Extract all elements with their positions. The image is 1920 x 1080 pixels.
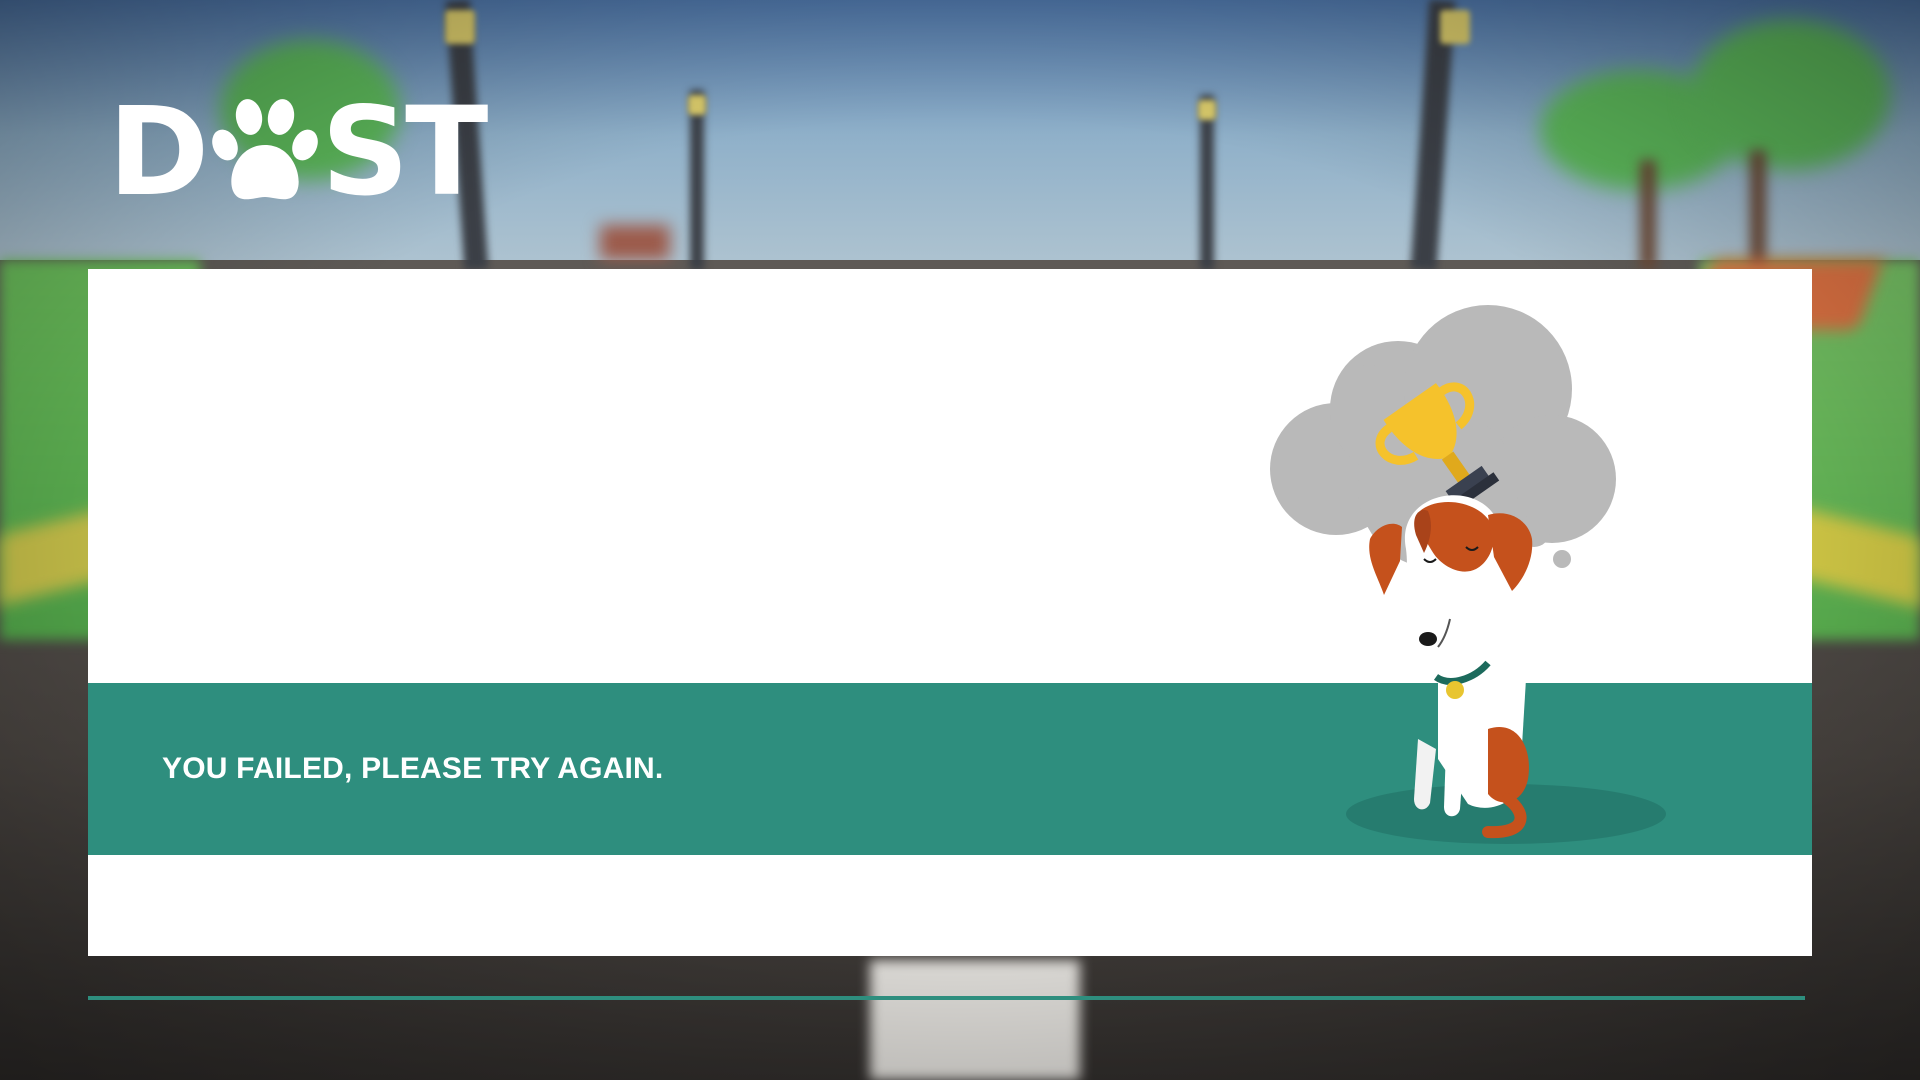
logo-text-right: ST	[321, 81, 488, 223]
game-logo: D ST	[108, 91, 488, 213]
result-panel: YOU FAILED, PLEASE TRY AGAIN.	[88, 269, 1812, 956]
dog-icon	[1346, 495, 1666, 844]
logo-text-left: D	[108, 81, 209, 223]
bottom-accent-line	[88, 996, 1805, 1000]
paw-icon	[212, 99, 319, 200]
result-message: YOU FAILED, PLEASE TRY AGAIN.	[162, 752, 664, 785]
sad-dog-illustration	[1270, 305, 1666, 844]
